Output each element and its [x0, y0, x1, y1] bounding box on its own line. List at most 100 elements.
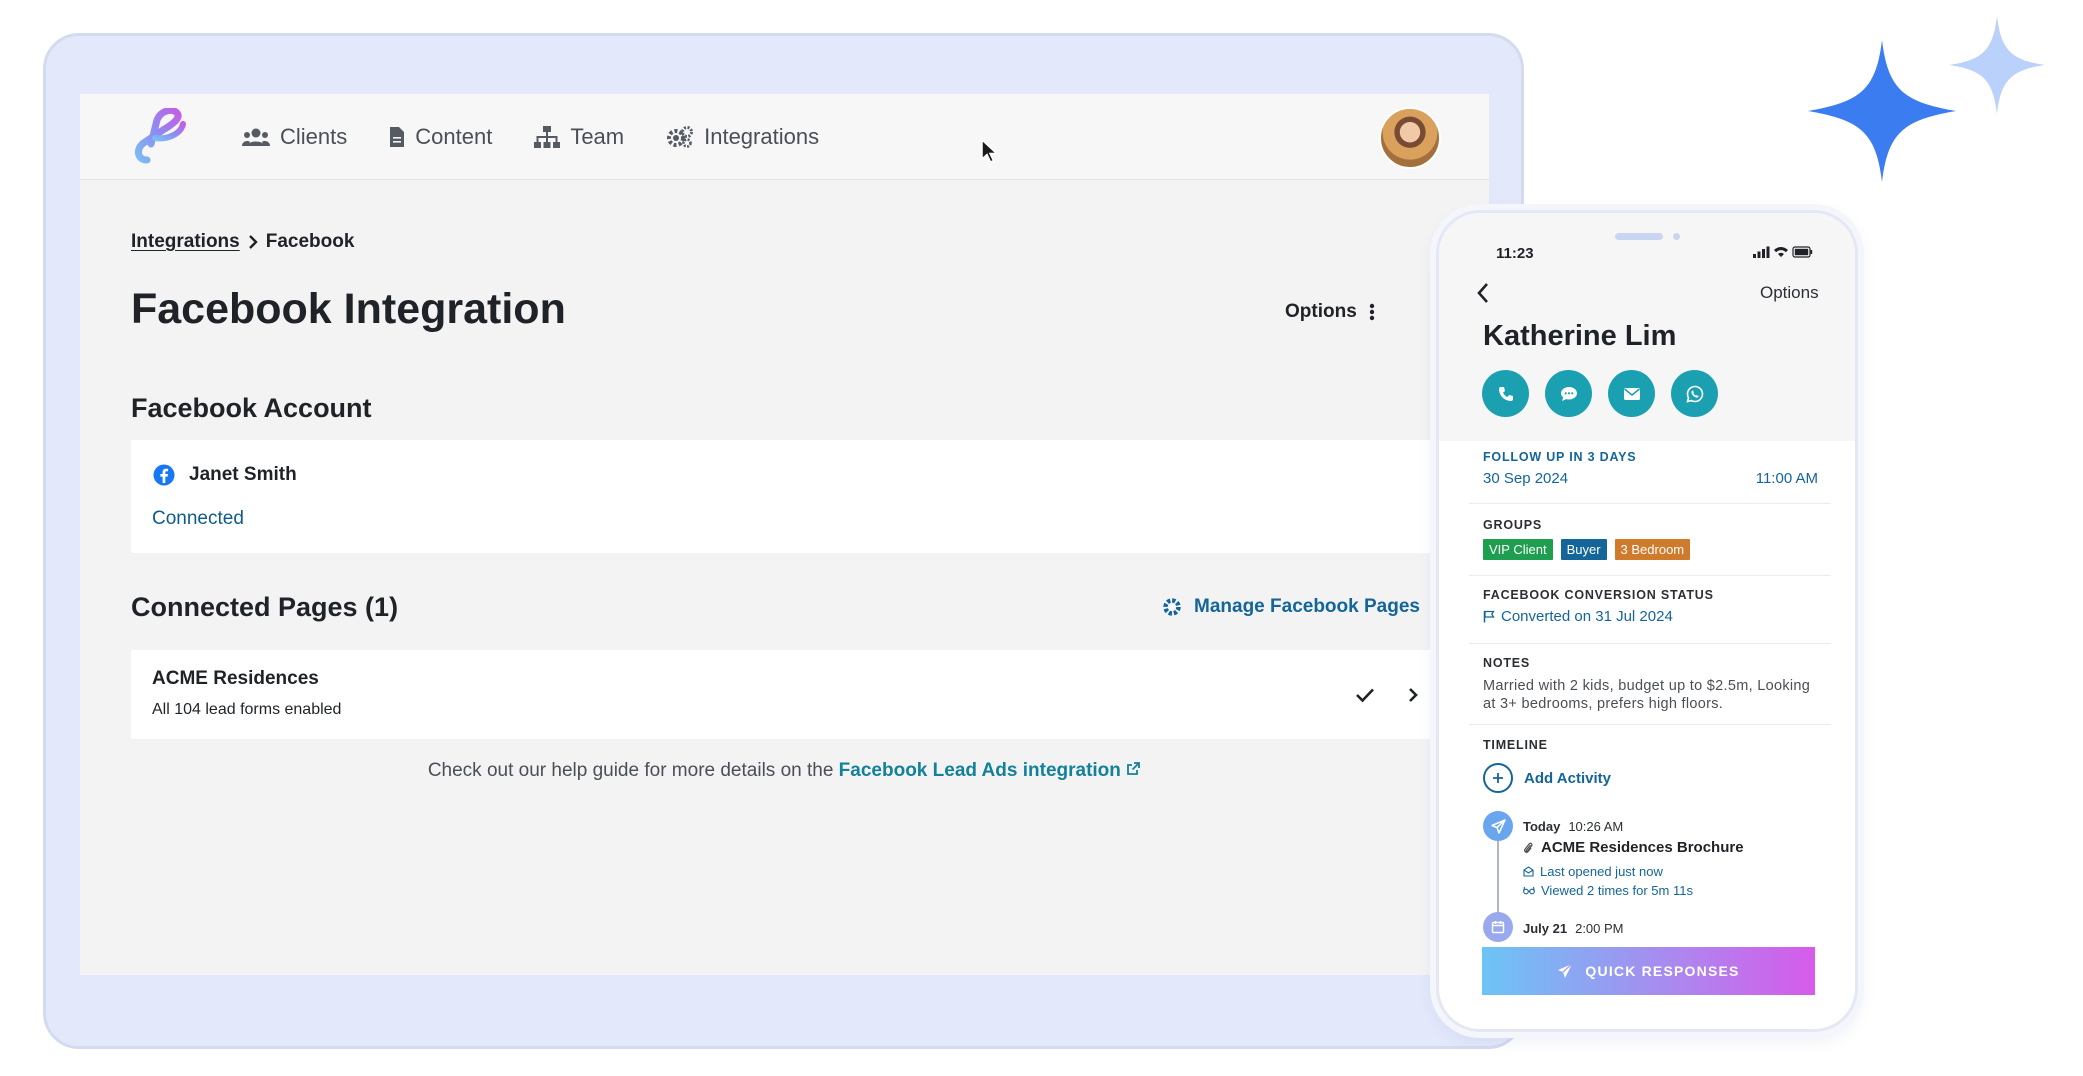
help-link-label: Facebook Lead Ads integration	[838, 760, 1121, 781]
mouse-cursor-icon	[981, 138, 998, 163]
timeline-entry-meta: Today 10:26 AM	[1523, 819, 1623, 834]
timeline-entry-viewed: Viewed 2 times for 5m 11s	[1523, 883, 1693, 898]
divider	[1469, 575, 1831, 576]
opened-text: Last opened just now	[1540, 864, 1663, 879]
viewed-text: Viewed 2 times for 5m 11s	[1541, 883, 1693, 898]
document-icon	[390, 127, 405, 147]
page-row[interactable]: ACME Residences All 104 lead forms enabl…	[131, 650, 1461, 739]
chevron-right-icon	[248, 235, 258, 249]
group-chip-buyer[interactable]: Buyer	[1560, 539, 1607, 560]
follow-up-section: FOLLOW UP IN 3 DAYS 30 Sep 2024 11:00 AM	[1483, 450, 1818, 487]
conversion-label: FACEBOOK CONVERSION STATUS	[1483, 588, 1714, 602]
help-guide-link[interactable]: Facebook Lead Ads integration	[839, 760, 1142, 781]
kebab-menu-icon	[1369, 303, 1374, 321]
chat-icon	[1560, 386, 1577, 401]
conversion-value: Converted on 31 Jul 2024	[1501, 608, 1673, 625]
quick-responses-button[interactable]: QUICK RESPONSES	[1482, 947, 1815, 995]
send-icon	[1558, 963, 1573, 978]
sparkle-small-icon	[1949, 16, 2045, 114]
checkmark-icon	[1356, 688, 1374, 703]
account-status: Connected	[152, 508, 244, 529]
divider	[1469, 643, 1831, 644]
phone-icon	[1498, 386, 1513, 401]
timeline-entry-time: 2:00 PM	[1575, 921, 1624, 936]
envelope-open-icon	[1523, 866, 1534, 877]
nav-label-content: Content	[415, 124, 493, 149]
account-name-row: Janet Smith	[153, 464, 297, 486]
breadcrumb-integrations-link[interactable]: Integrations	[131, 231, 240, 253]
follow-up-row[interactable]: 30 Sep 2024 11:00 AM	[1483, 470, 1818, 487]
manage-facebook-pages-button[interactable]: Manage Facebook Pages	[1162, 596, 1420, 618]
app-logo[interactable]	[129, 108, 189, 164]
notes-label: NOTES	[1483, 656, 1531, 670]
user-avatar[interactable]	[1379, 107, 1441, 169]
notes-text: Married with 2 kids, budget up to $2.5m,…	[1483, 678, 1811, 712]
whatsapp-button[interactable]	[1671, 370, 1718, 417]
message-button[interactable]	[1545, 370, 1592, 417]
add-activity-button[interactable]: Add Activity	[1483, 763, 1611, 793]
back-arrow-icon[interactable]	[1476, 282, 1490, 304]
groups-section: GROUPS VIP Client Buyer 3 Bedroom	[1483, 518, 1818, 560]
gears-icon	[667, 126, 694, 148]
manage-label: Manage Facebook Pages	[1194, 596, 1420, 617]
calendar-icon	[1483, 912, 1513, 942]
breadcrumb-current: Facebook	[265, 231, 355, 252]
nav-label-clients: Clients	[280, 124, 348, 149]
email-button[interactable]	[1608, 370, 1655, 417]
breadcrumb: Integrations Facebook	[131, 231, 354, 253]
quick-responses-label: QUICK RESPONSES	[1585, 963, 1740, 979]
add-activity-label: Add Activity	[1524, 769, 1611, 787]
conversion-status: Converted on 31 Jul 2024	[1483, 608, 1818, 625]
phone-camera	[1673, 233, 1680, 240]
external-link-icon	[1127, 762, 1141, 775]
gear-icon	[1163, 598, 1181, 616]
envelope-icon	[1623, 387, 1640, 400]
facebook-account-card: Janet Smith Connected	[131, 440, 1461, 553]
timeline-entry-meta: July 21 2:00 PM	[1523, 921, 1624, 936]
contact-name: Katherine Lim	[1483, 320, 1677, 352]
nav-item-team[interactable]: Team	[534, 124, 624, 150]
status-time: 11:23	[1496, 245, 1534, 262]
timeline-entry-day: July 21	[1523, 921, 1568, 936]
flag-icon	[1483, 610, 1495, 623]
options-button[interactable]: Options	[1285, 301, 1375, 323]
group-chip-vip-client[interactable]: VIP Client	[1483, 539, 1553, 560]
options-label: Options	[1285, 301, 1357, 322]
nav-label-team: Team	[570, 124, 625, 149]
status-bar-icons	[1753, 246, 1813, 258]
contact-options-button[interactable]: Options	[1760, 283, 1819, 303]
facebook-account-heading: Facebook Account	[131, 393, 372, 423]
nav-item-integrations[interactable]: Integrations	[666, 124, 819, 150]
call-button[interactable]	[1482, 370, 1529, 417]
group-chips: VIP Client Buyer 3 Bedroom	[1483, 539, 1818, 560]
divider	[1469, 724, 1831, 725]
timeline-entry-time: 10:26 AM	[1568, 819, 1624, 834]
group-chip-3-bedroom[interactable]: 3 Bedroom	[1614, 539, 1691, 560]
groups-label: GROUPS	[1483, 518, 1542, 532]
nav-item-content[interactable]: Content	[389, 124, 492, 150]
nav-label-integrations: Integrations	[704, 124, 820, 149]
account-name: Janet Smith	[189, 464, 297, 485]
follow-up-label: FOLLOW UP IN 3 DAYS	[1483, 450, 1637, 464]
timeline-entry-title[interactable]: ACME Residences Brochure	[1523, 839, 1744, 856]
app-screen: Clients Content Team Integrations Integr…	[80, 94, 1489, 975]
top-navigation: Clients Content Team Integrations	[80, 94, 1489, 180]
help-text: Check out our help guide for more detail…	[80, 760, 1489, 782]
notes-section: NOTES Married with 2 kids, budget up to …	[1483, 656, 1818, 713]
chevron-right-icon[interactable]	[1408, 688, 1418, 702]
timeline-entry-title-text: ACME Residences Brochure	[1541, 839, 1744, 856]
sparkle-large-icon	[1808, 40, 1956, 182]
divider	[1469, 503, 1831, 504]
timeline-label: TIMELINE	[1483, 738, 1548, 752]
glasses-icon	[1523, 886, 1535, 895]
follow-up-date: 30 Sep 2024	[1483, 470, 1569, 487]
users-icon	[242, 128, 270, 146]
timeline-section: TIMELINE	[1483, 738, 1818, 752]
contact-actions	[1482, 370, 1718, 417]
phone-speaker	[1615, 233, 1663, 240]
nav-item-clients[interactable]: Clients	[242, 124, 347, 150]
sitemap-icon	[534, 126, 561, 148]
help-text-body: Check out our help guide for more detail…	[427, 760, 834, 781]
connected-pages-heading: Connected Pages (1)	[131, 592, 399, 622]
phone-mockup: 11:23 Options Katherine Lim FOLLOW UP IN…	[1436, 210, 1858, 1032]
